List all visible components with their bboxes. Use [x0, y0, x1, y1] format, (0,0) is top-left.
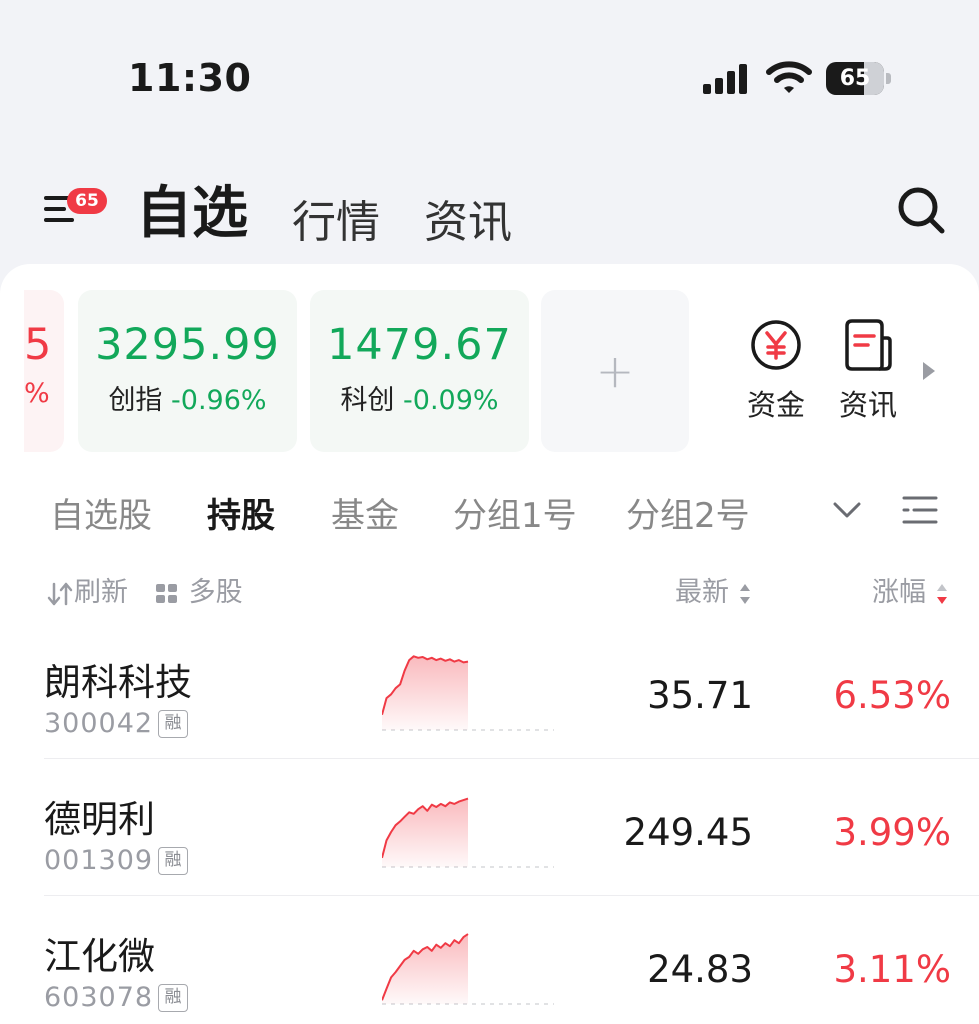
yuan-circle-icon — [751, 320, 801, 370]
multi-stock-label: 多股 — [188, 577, 243, 608]
margin-tag: 融 — [158, 847, 188, 875]
multi-stock-button[interactable]: 多股 — [154, 570, 243, 609]
stock-code: 300042 — [44, 708, 154, 739]
subtab-funds[interactable]: 基金 — [331, 488, 399, 537]
shortcut-news[interactable]: 资讯 — [828, 318, 908, 428]
group-list-icon[interactable] — [902, 494, 938, 526]
index-change: -0.09% — [403, 385, 499, 416]
index-card-star[interactable]: 1479.67 科创 -0.09% — [310, 290, 529, 452]
sort-desc-icon — [936, 583, 947, 604]
sparkline-area — [382, 934, 468, 1004]
stock-change: 3.11% — [833, 948, 951, 991]
battery-icon: 65 — [826, 62, 884, 95]
intraday-sparkline — [382, 797, 554, 868]
stock-code: 603078 — [44, 982, 154, 1013]
news-document-icon — [845, 319, 892, 371]
sort-neutral-icon — [739, 583, 750, 604]
index-label: 创指 -0.96% — [78, 378, 297, 417]
intraday-sparkline — [382, 655, 554, 731]
subtab-group-2[interactable]: 分组2号 — [626, 488, 750, 537]
subtab-group-1[interactable]: 分组1号 — [453, 488, 577, 537]
stock-change: 3.99% — [833, 811, 951, 854]
margin-tag: 融 — [158, 710, 188, 738]
grid-icon — [156, 583, 177, 603]
stock-name: 江化微 — [44, 935, 155, 978]
index-value: 1479.67 — [327, 320, 512, 370]
index-name: 创指 — [108, 385, 163, 416]
subtab-watchlist-stocks[interactable]: 自选股 — [50, 488, 152, 537]
index-name: 科创 — [340, 385, 395, 416]
tab-market[interactable]: 行情 — [292, 186, 380, 250]
stock-price: 24.83 — [647, 948, 753, 991]
index-change: -0.96% — [171, 385, 267, 416]
shortcut-label: 资讯 — [838, 388, 897, 422]
battery-cap — [886, 73, 891, 84]
sparkline-area — [382, 656, 468, 730]
status-time: 11:30 — [128, 56, 252, 100]
intraday-sparkline — [382, 933, 554, 1005]
stock-row[interactable]: 德明利 001309 融 249.45 3.99% — [44, 777, 979, 913]
index-card-partial-change: % — [24, 378, 50, 409]
index-card-partial[interactable]: 5 % — [24, 290, 64, 452]
chevron-down-icon[interactable] — [831, 498, 863, 522]
stock-price: 249.45 — [623, 811, 753, 854]
index-card-chinext[interactable]: 3295.99 创指 -0.96% — [78, 290, 297, 452]
stock-code: 001309 — [44, 845, 154, 876]
add-index-button[interactable]: + — [541, 290, 689, 452]
change-percent-header: 涨幅 — [872, 577, 926, 608]
battery-level: 65 — [839, 66, 871, 91]
refresh-button[interactable]: 刷新 — [46, 570, 128, 609]
search-icon[interactable] — [895, 184, 947, 236]
stock-name: 朗科科技 — [44, 661, 192, 704]
margin-tag: 融 — [158, 984, 188, 1012]
sort-latest-price[interactable]: 最新 — [675, 570, 752, 609]
index-value: 3295.99 — [95, 320, 280, 370]
wifi-icon — [766, 61, 812, 93]
shortcut-funds[interactable]: 资金 — [736, 318, 816, 428]
shortcut-label: 资金 — [746, 388, 805, 422]
notification-badge: 65 — [67, 188, 107, 214]
stock-row[interactable]: 朗科科技 300042 融 35.71 6.53% — [44, 640, 979, 776]
battery-indicator: 65 — [826, 62, 892, 95]
stock-price: 35.71 — [647, 674, 753, 717]
sort-change-percent[interactable]: 涨幅 — [872, 570, 949, 609]
refresh-label: 刷新 — [74, 577, 128, 608]
stock-change: 6.53% — [833, 674, 951, 717]
index-card-partial-value: 5 — [24, 320, 52, 370]
stock-name: 德明利 — [44, 798, 155, 841]
subtab-holdings[interactable]: 持股 — [207, 488, 275, 537]
stock-row[interactable]: 江化微 603078 融 24.83 3.11% — [44, 914, 979, 1024]
index-label: 科创 -0.09% — [310, 378, 529, 417]
cellular-signal-icon — [703, 64, 747, 94]
tab-news[interactable]: 资讯 — [424, 186, 512, 250]
latest-price-header: 最新 — [675, 577, 729, 608]
row-divider — [44, 758, 979, 759]
tab-watchlist[interactable]: 自选 — [136, 168, 248, 249]
row-divider — [44, 895, 979, 896]
caret-right-icon[interactable] — [921, 360, 937, 382]
sort-arrows-icon — [47, 582, 73, 605]
